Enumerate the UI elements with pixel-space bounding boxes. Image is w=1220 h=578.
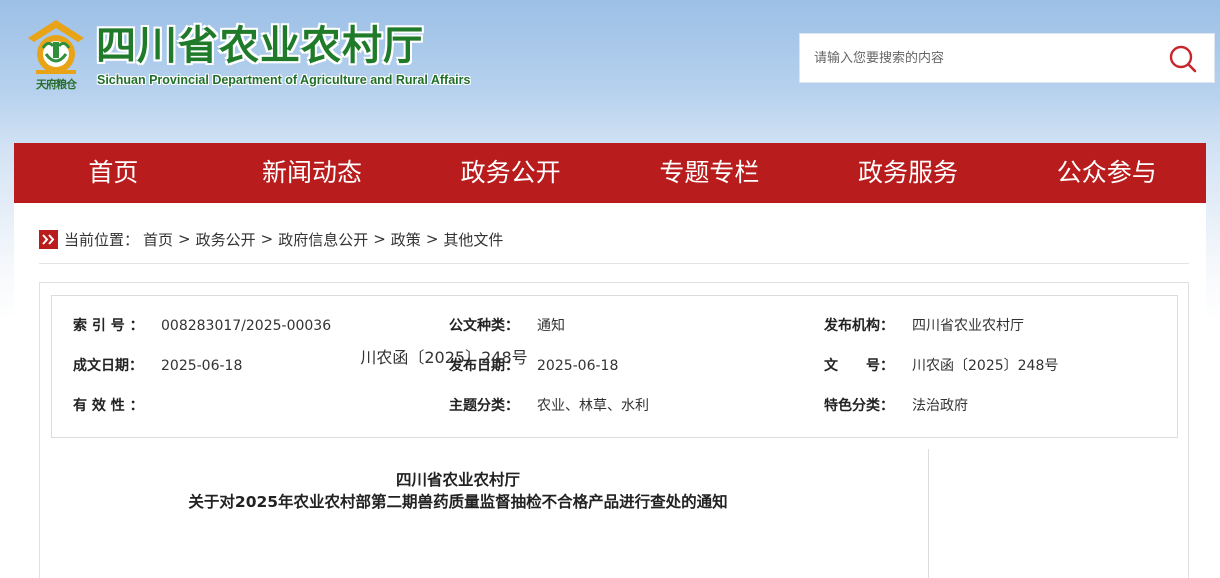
meta-topic-value: 农业、林草、水利 [537,398,649,414]
meta-doc-type: 公文种类： [449,316,519,336]
nav-item-gov-services[interactable]: 政务服务 [809,143,1008,203]
breadcrumb-home[interactable]: 首页 [143,229,173,250]
meta-publisher: 发布机构： [824,316,894,336]
nav-item-news[interactable]: 新闻动态 [213,143,412,203]
emblem-logo[interactable]: 天府粮仓 [26,18,86,96]
search-icon[interactable] [1167,43,1199,75]
breadcrumb-prefix: 当前位置： [64,230,140,249]
emblem-text: 天府粮仓 [36,78,77,91]
breadcrumb-policy[interactable]: 政策 [391,229,421,250]
meta-label: 有 效 性 ： [73,398,144,414]
meta-label: 特色分类： [824,398,894,414]
site-header: 天府粮仓 四川省农业农村厅 Sichuan Provincial Departm… [0,0,1220,143]
article-title-line1: 四川省农业农村厅 [395,471,520,489]
meta-feature: 特色分类： [824,396,894,416]
breadcrumb-separator: > [373,230,386,248]
site-title-en: Sichuan Provincial Department of Agricul… [97,73,471,87]
meta-index-no-value: 008283017/2025-00036 [161,318,332,334]
nav-item-public-participation[interactable]: 公众参与 [1007,143,1206,203]
search-box [799,33,1215,83]
meta-index-no: 索 引 号 ： [73,316,144,336]
breadcrumb-separator: > [178,230,191,248]
breadcrumb: 当前位置： 首页 > 政务公开 > 政府信息公开 > 政策 > 其他文件 [39,227,503,251]
meta-label: 索 引 号 ： [73,318,144,334]
article-doc-number: 川农函〔2025〕248号 [360,348,528,367]
search-input[interactable] [800,34,1160,82]
breadcrumb-divider [39,263,1189,264]
double-chevron-icon [39,229,58,249]
meta-label: 主题分类： [449,398,519,414]
meta-doc-type-value: 通知 [537,318,565,334]
sidebar-divider [928,449,929,578]
main-nav: 首页 新闻动态 政务公开 专题专栏 政务服务 公众参与 [14,143,1206,203]
nav-item-topics[interactable]: 专题专栏 [610,143,809,203]
breadcrumb-separator: > [260,230,274,248]
meta-label: 公文种类： [449,318,519,334]
nav-item-home[interactable]: 首页 [14,143,213,203]
meta-publisher-value: 四川省农业农村厅 [912,318,1024,334]
content-panel: 当前位置： 首页 > 政务公开 > 政府信息公开 > 政策 > 其他文件 索 引… [14,203,1206,578]
nav-item-gov-affairs[interactable]: 政务公开 [411,143,610,203]
site-title[interactable]: 四川省农业农村厅 [96,22,424,70]
breadcrumb-gov-affairs[interactable]: 政务公开 [196,229,256,250]
meta-doc-no-value: 川农函〔2025〕248号 [912,358,1059,374]
meta-topic: 主题分类： [449,396,519,416]
meta-label: 发布机构： [824,318,894,334]
document-frame: 索 引 号 ： 008283017/2025-00036 公文种类： 通知 发布… [39,282,1189,578]
breadcrumb-separator: > [425,230,439,248]
meta-feature-value: 法治政府 [912,398,968,414]
article-title-line2: 关于对2025年农业农村部第二期兽药质量监督抽检不合格产品进行查处的通知 [188,493,728,511]
breadcrumb-gov-info[interactable]: 政府信息公开 [278,229,368,250]
meta-validity: 有 效 性 ： [73,396,144,416]
breadcrumb-other-docs[interactable]: 其他文件 [443,229,503,250]
